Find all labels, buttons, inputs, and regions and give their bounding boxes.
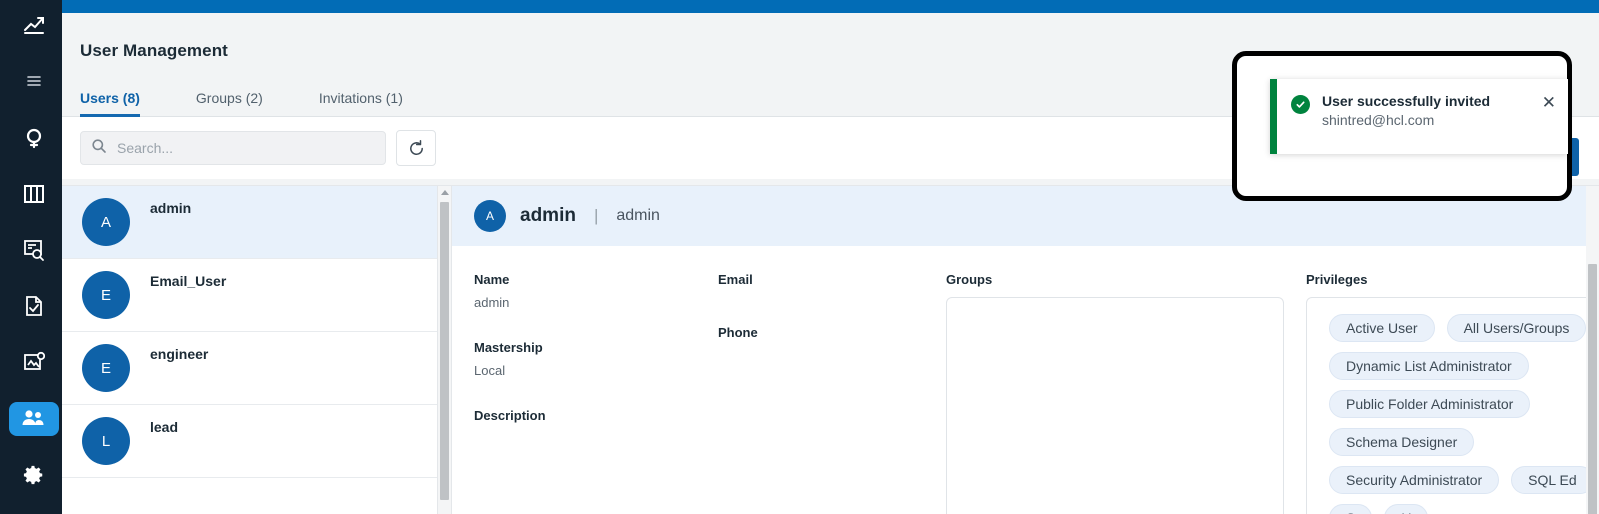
search-group xyxy=(80,130,436,166)
refresh-button[interactable] xyxy=(396,130,436,166)
field-column-middle: Email Phone xyxy=(696,272,924,514)
close-icon[interactable]: ✕ xyxy=(1542,94,1556,111)
name-value: admin xyxy=(474,295,510,310)
scrollbar-thumb[interactable] xyxy=(1588,264,1597,514)
privilege-chip-list: Active User All Users/Groups Dynamic Lis… xyxy=(1329,314,1598,514)
avatar: A xyxy=(82,198,130,246)
phone-label: Phone xyxy=(718,325,758,340)
body-split: A admin E Email_User E engineer L lead A… xyxy=(62,185,1599,514)
privilege-chip[interactable]: Active User xyxy=(1329,314,1435,342)
user-list: A admin E Email_User E engineer L lead xyxy=(62,185,437,514)
privileges-label: Privileges xyxy=(1306,272,1368,287)
avatar: A xyxy=(474,200,506,232)
tab-groups[interactable]: Groups (2) xyxy=(196,90,277,116)
user-name: admin xyxy=(150,200,192,216)
detail-separator: | xyxy=(593,206,599,225)
privilege-chip[interactable]: SQL Ed xyxy=(1511,466,1594,494)
groups-list-box[interactable] xyxy=(946,297,1284,514)
user-name: engineer xyxy=(150,346,209,362)
list-item[interactable]: A admin xyxy=(62,186,437,259)
detail-scrollbar[interactable] xyxy=(1586,186,1599,514)
search-input[interactable] xyxy=(117,140,375,156)
app-top-bar xyxy=(62,0,1599,13)
search-icon xyxy=(91,138,107,159)
search-box[interactable] xyxy=(80,131,386,165)
privilege-chip[interactable]: S xyxy=(1329,504,1373,514)
analytics-icon[interactable] xyxy=(9,8,59,42)
privilege-chip[interactable]: All Users/Groups xyxy=(1446,314,1587,342)
tab-users[interactable]: Users (8) xyxy=(80,90,154,117)
detail-title: admin xyxy=(520,205,576,226)
groups-section: Groups xyxy=(924,272,1284,514)
list-item[interactable]: E Email_User xyxy=(62,259,437,332)
avatar: E xyxy=(82,271,130,319)
description-label: Description xyxy=(474,408,546,423)
user-list-scrollbar[interactable] xyxy=(437,185,451,514)
dashboard-columns-icon[interactable] xyxy=(9,177,59,211)
privilege-chip[interactable]: Public Folder Administrator xyxy=(1329,390,1531,418)
scrollbar-thumb[interactable] xyxy=(440,202,449,500)
groups-label: Groups xyxy=(946,272,993,287)
document-check-icon[interactable] xyxy=(9,289,59,323)
menu-icon[interactable] xyxy=(9,64,59,98)
privilege-chip[interactable]: Security Administrator xyxy=(1329,466,1500,494)
avatar: L xyxy=(82,417,130,465)
list-item[interactable]: L lead xyxy=(62,405,437,478)
list-item[interactable]: E engineer xyxy=(62,332,437,405)
sidebar-item-users[interactable] xyxy=(9,401,59,436)
mastership-label: Mastership xyxy=(474,340,543,355)
user-name: Email_User xyxy=(150,273,227,289)
privileges-list-box[interactable]: Active User All Users/Groups Dynamic Lis… xyxy=(1306,297,1599,514)
toast-title: User successfully invited xyxy=(1322,93,1491,109)
user-name: lead xyxy=(150,419,179,435)
name-label: Name xyxy=(474,272,510,287)
privilege-chip[interactable]: U xyxy=(1384,504,1429,514)
mastership-value: Local xyxy=(474,363,506,378)
user-detail-panel: A admin | admin Name admin Mastership Lo… xyxy=(451,185,1599,514)
field-column-left: Name admin Mastership Local Description xyxy=(452,272,696,514)
report-search-icon[interactable] xyxy=(9,233,59,267)
left-icon-rail xyxy=(0,0,62,514)
toast-message: shintred@hcl.com xyxy=(1322,112,1435,128)
detail-subtitle: admin xyxy=(616,207,660,224)
gear-icon[interactable] xyxy=(9,458,59,492)
privileges-section: Privileges Active User All Users/Groups … xyxy=(1284,272,1599,514)
tab-invitations[interactable]: Invitations (1) xyxy=(319,90,417,116)
detail-fields: Name admin Mastership Local Description … xyxy=(452,246,1599,514)
search-refresh-icon[interactable] xyxy=(9,120,59,154)
user-management-screen: User Management Users (8) Groups (2) Inv… xyxy=(0,0,1599,514)
toast-body: User successfully invited shintred@hcl.c… xyxy=(1322,93,1530,128)
toast-notification: User successfully invited shintred@hcl.c… xyxy=(1270,79,1568,154)
success-check-icon xyxy=(1291,95,1310,114)
avatar: E xyxy=(82,344,130,392)
privilege-chip[interactable]: Schema Designer xyxy=(1329,428,1475,456)
privilege-chip[interactable]: Dynamic List Administrator xyxy=(1329,352,1529,380)
scroll-up-arrow-icon[interactable] xyxy=(441,190,449,195)
alert-image-icon[interactable] xyxy=(9,345,59,379)
email-label: Email xyxy=(718,272,753,287)
